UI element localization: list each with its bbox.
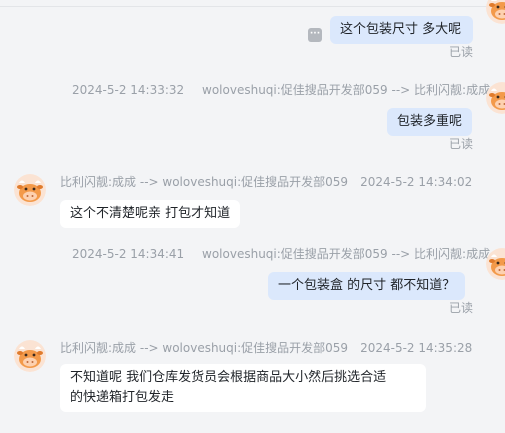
- contact-avatar-icon[interactable]: [14, 340, 46, 372]
- message-meta: 2024-5-2 14:34:41 woloveshuqi:促佳搜品开发部059…: [72, 246, 490, 262]
- message-meta: 比利闪靓:成成 --> woloveshuqi:促佳搜品开发部059 2024-5…: [60, 174, 472, 190]
- message-bubble-outgoing[interactable]: 这个包装尺寸 多大呢: [330, 16, 473, 44]
- read-status: 已读: [449, 301, 474, 315]
- message-line: 不知道呢 我们仓库发货员会根据商品大小然后挑选合适: [70, 370, 387, 385]
- user-avatar-icon[interactable]: [486, 0, 505, 24]
- read-status: 已读: [449, 137, 474, 151]
- message-bubble-outgoing[interactable]: 一个包装盒 的尺寸 都不知道？: [268, 272, 466, 300]
- message-timestamp: 2024-5-2 14:35:28: [360, 341, 473, 355]
- contact-avatar-icon[interactable]: [14, 174, 46, 206]
- message-options-icon[interactable]: ···: [308, 28, 322, 42]
- message-meta: 2024-5-2 14:33:32 woloveshuqi:促佳搜品开发部059…: [72, 82, 490, 98]
- message-route: 比利闪靓:成成 --> woloveshuqi:促佳搜品开发部059: [60, 175, 349, 189]
- read-status: 已读: [449, 45, 474, 59]
- message-route: woloveshuqi:促佳搜品开发部059 --> 比利闪靓:成成: [202, 83, 491, 97]
- message-line: 的快递箱打包发走: [70, 390, 175, 405]
- message-bubble-incoming[interactable]: 这个不清楚呢亲 打包才知道: [60, 200, 241, 228]
- message-timestamp: 2024-5-2 14:34:41: [72, 247, 185, 261]
- message-bubble-incoming[interactable]: 不知道呢 我们仓库发货员会根据商品大小然后挑选合适 的快递箱打包发走: [60, 364, 426, 412]
- message-timestamp: 2024-5-2 14:34:02: [360, 175, 473, 189]
- top-divider: [0, 6, 505, 7]
- user-avatar-icon[interactable]: [486, 248, 505, 280]
- message-route: 比利闪靓:成成 --> woloveshuqi:促佳搜品开发部059: [60, 341, 349, 355]
- user-avatar-icon[interactable]: [486, 82, 505, 114]
- message-timestamp: 2024-5-2 14:33:32: [72, 83, 185, 97]
- message-meta: 比利闪靓:成成 --> woloveshuqi:促佳搜品开发部059 2024-5…: [60, 340, 472, 356]
- message-route: woloveshuqi:促佳搜品开发部059 --> 比利闪靓:成成: [202, 247, 491, 261]
- message-bubble-outgoing[interactable]: 包装多重呢: [387, 108, 473, 136]
